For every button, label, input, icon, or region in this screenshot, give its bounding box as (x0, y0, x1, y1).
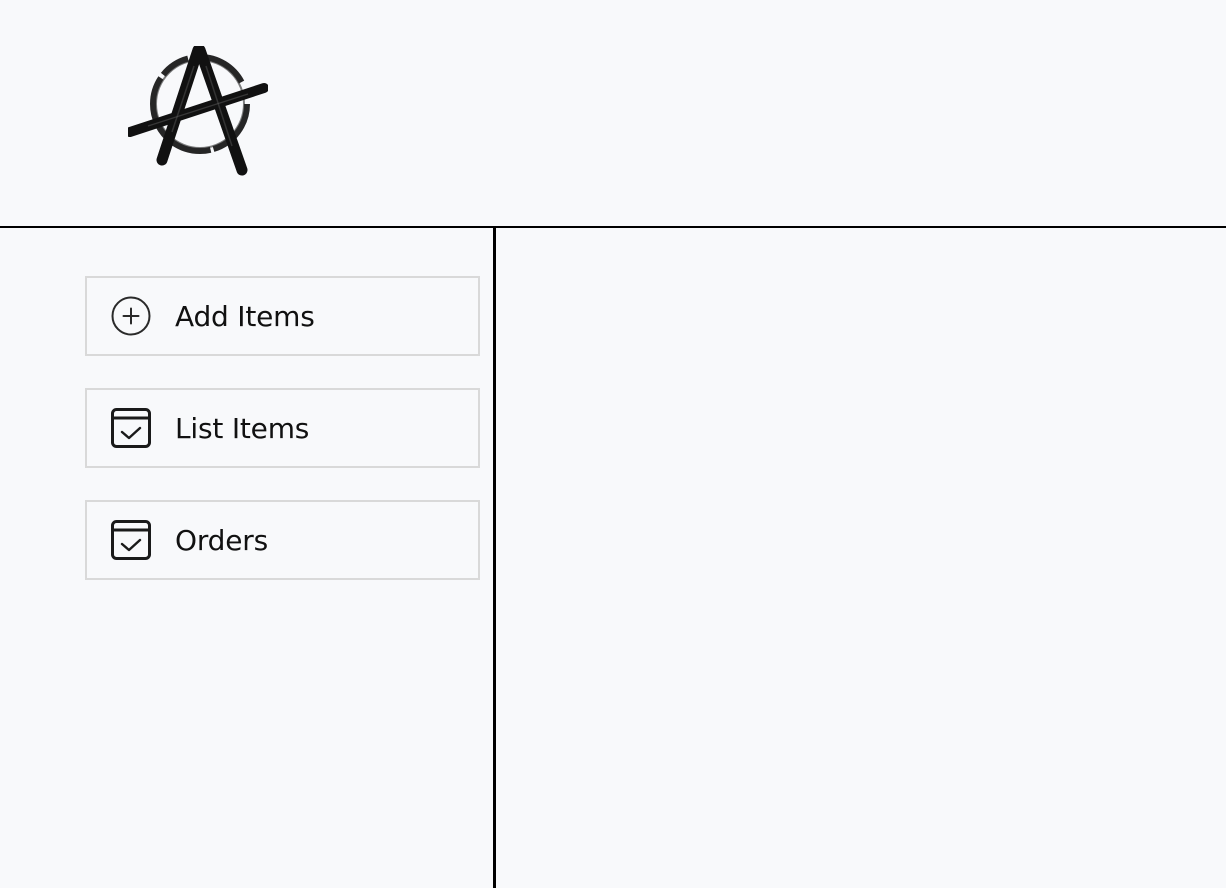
sidebar-item-label: List Items (175, 411, 310, 445)
add-circle-icon (110, 295, 152, 337)
sidebar-item-label: Add Items (175, 299, 315, 333)
logo[interactable] (125, 44, 269, 176)
header (0, 0, 1226, 228)
sidebar-item-orders[interactable]: Orders (85, 500, 480, 580)
sidebar-item-add-items[interactable]: Add Items (85, 276, 480, 356)
sidebar-item-label: Orders (175, 523, 268, 557)
main-content (499, 228, 1226, 888)
calendar-check-icon (110, 407, 152, 449)
anarchy-logo-icon (125, 44, 269, 176)
sidebar: Add Items List Items Orders (0, 228, 496, 888)
sidebar-item-list-items[interactable]: List Items (85, 388, 480, 468)
calendar-check-icon (110, 519, 152, 561)
